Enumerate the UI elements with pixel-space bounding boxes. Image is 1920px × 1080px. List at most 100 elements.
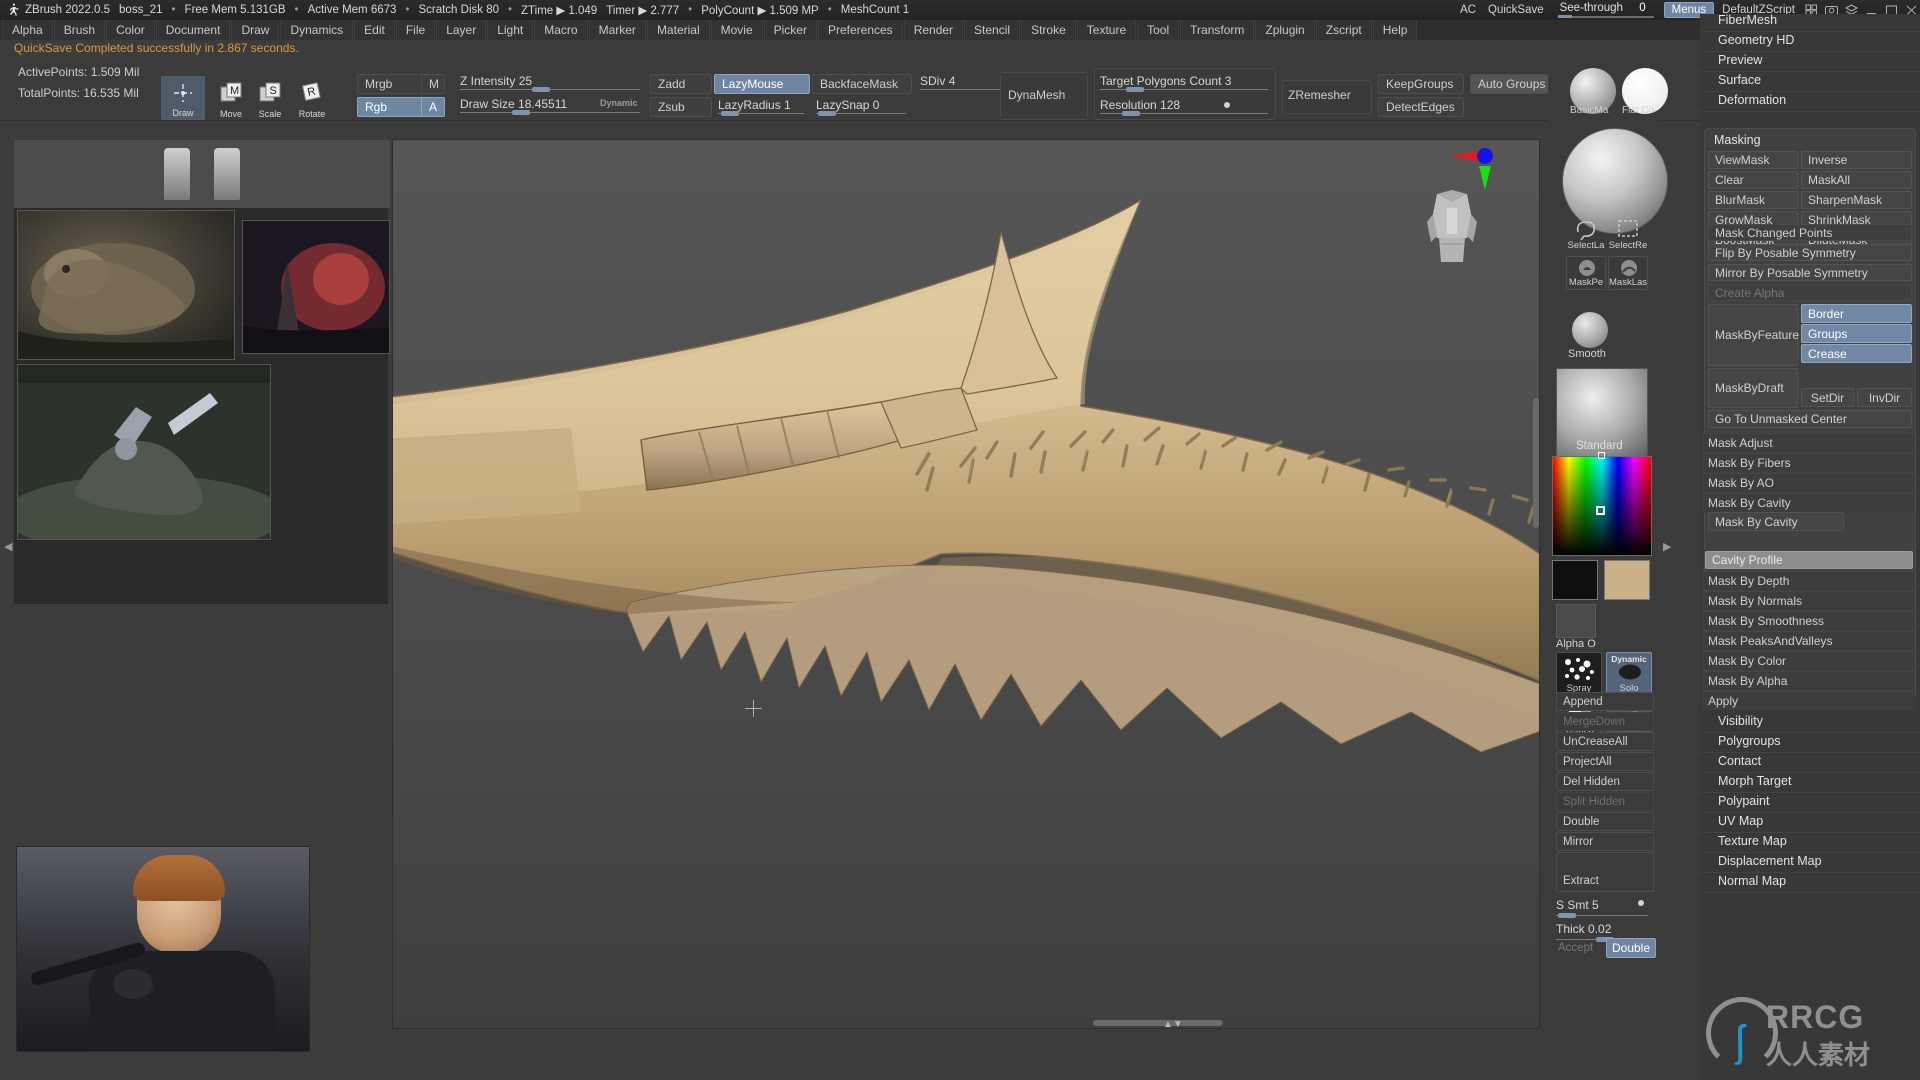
menu-item-preferences[interactable]: Preferences	[817, 20, 903, 40]
a-button[interactable]: A	[421, 97, 445, 117]
right-tray-collapse-arrow[interactable]: ▶	[1663, 540, 1671, 553]
canvas-vertical-scrollbar[interactable]	[1533, 398, 1539, 528]
menu-item-zplugin[interactable]: Zplugin	[1255, 20, 1315, 40]
canvas-horizontal-scrollbar[interactable]	[1093, 1020, 1223, 1026]
knight-combat-reference[interactable]	[17, 364, 271, 540]
menu-item-transform[interactable]: Transform	[1180, 20, 1255, 40]
menu-item-tool[interactable]: Tool	[1137, 20, 1180, 40]
resolution-toggle-dot[interactable]	[1224, 102, 1230, 108]
flip-by-posable-symmetry-button[interactable]: Flip By Posable Symmetry	[1708, 244, 1912, 261]
apply-mask-button[interactable]: Apply	[1702, 691, 1915, 710]
menu-item-alpha[interactable]: Alpha	[2, 20, 53, 40]
autogroups-button[interactable]: Auto Groups	[1470, 74, 1558, 94]
subtool-projectall-button[interactable]: ProjectAll	[1556, 752, 1654, 771]
mask-by-smoothness-section[interactable]: Mask By Smoothness	[1702, 611, 1915, 630]
mask-by-cavity-button[interactable]: Mask By Cavity	[1708, 512, 1844, 531]
alpha-thumbnail[interactable]	[1556, 604, 1596, 638]
dynamic-label[interactable]: Dynamic	[600, 98, 638, 108]
mask-changed-points-button[interactable]: Mask Changed Points	[1708, 224, 1912, 241]
menu-item-movie[interactable]: Movie	[710, 20, 763, 40]
dynamesh-button[interactable]: DynaMesh	[1008, 88, 1065, 102]
mirror-by-posable-symmetry-button[interactable]: Mirror By Posable Symmetry	[1708, 264, 1912, 281]
subtool-del-hidden-button[interactable]: Del Hidden	[1556, 772, 1654, 791]
scale-tool-button[interactable]: S Scale	[248, 76, 292, 120]
s-smt-slider[interactable]: S Smt 5	[1556, 898, 1648, 918]
mask-by-feature-button[interactable]: MaskByFeature	[1708, 304, 1799, 366]
mask-feature-groups-toggle[interactable]: Groups	[1801, 324, 1912, 343]
target-polygons-slider[interactable]: Target Polygons Count 3	[1100, 74, 1268, 92]
menu-item-color[interactable]: Color	[106, 20, 155, 40]
zremesher-button[interactable]: ZRemesher	[1288, 88, 1351, 102]
mrgb-button[interactable]: Mrgb	[357, 74, 429, 94]
subtool-mirror-button[interactable]: Mirror	[1556, 832, 1654, 851]
menu-item-light[interactable]: Light	[487, 20, 534, 40]
mask-feature-border-toggle[interactable]: Border	[1801, 304, 1912, 323]
select-lasso-button[interactable]: SelectLa	[1566, 218, 1606, 252]
quicksave-button[interactable]: QuickSave	[1488, 4, 1544, 16]
canvas-scroll-arrows-icon[interactable]: ▲▼	[1163, 1019, 1183, 1028]
mask-adjust-section[interactable]: Mask Adjust	[1702, 433, 1915, 452]
masking-viewmask-button[interactable]: ViewMask	[1708, 151, 1798, 169]
masking-inverse-button[interactable]: Inverse	[1801, 151, 1912, 169]
primary-color-swatch[interactable]	[1552, 560, 1598, 600]
draw-tool-button[interactable]: Draw	[161, 76, 205, 120]
cavity-profile-button[interactable]: Cavity Profile	[1705, 551, 1913, 569]
menu-item-help[interactable]: Help	[1372, 20, 1418, 40]
lazysnap-slider[interactable]: LazySnap 0	[816, 98, 906, 116]
lazyradius-slider[interactable]: LazyRadius 1	[718, 98, 804, 116]
spray-stroke-button[interactable]: Spray	[1556, 652, 1602, 696]
menu-item-layer[interactable]: Layer	[436, 20, 487, 40]
rotate-tool-button[interactable]: R Rotate	[290, 76, 334, 120]
menu-item-macro[interactable]: Macro	[534, 20, 588, 40]
subtool-uncreaseall-button[interactable]: UnCreaseAll	[1556, 732, 1654, 751]
viewport-canvas[interactable]: ▲▼	[392, 139, 1540, 1029]
setdir-button[interactable]: SetDir	[1801, 388, 1854, 407]
mask-by-ao-section[interactable]: Mask By AO	[1702, 473, 1915, 492]
mask-by-normals-section[interactable]: Mask By Normals	[1702, 591, 1915, 610]
menu-item-stencil[interactable]: Stencil	[964, 20, 1021, 40]
subtool-append-button[interactable]: Append	[1556, 692, 1654, 711]
menu-item-brush[interactable]: Brush	[53, 20, 106, 40]
masking-sharpenmask-button[interactable]: SharpenMask	[1801, 191, 1912, 209]
backfacemask-button[interactable]: BackfaceMask	[812, 74, 912, 94]
menu-item-draw[interactable]: Draw	[231, 20, 280, 40]
zsub-button[interactable]: Zsub	[650, 97, 712, 117]
resolution-slider[interactable]: Resolution 128	[1100, 98, 1268, 116]
left-tray-collapse-arrow[interactable]: ◀	[4, 540, 12, 553]
double-extract-button[interactable]: Double	[1606, 938, 1656, 958]
smooth-brush-icon[interactable]	[1572, 312, 1608, 348]
mask-feature-crease-toggle[interactable]: Crease	[1801, 344, 1912, 363]
secondary-color-swatch[interactable]	[1604, 560, 1650, 600]
invdir-button[interactable]: InvDir	[1857, 388, 1912, 407]
move-tool-button[interactable]: M Move	[209, 76, 253, 120]
detectedges-button[interactable]: DetectEdges	[1378, 97, 1464, 117]
mask-by-draft-button[interactable]: MaskByDraft	[1708, 368, 1798, 408]
menu-item-material[interactable]: Material	[646, 20, 710, 40]
rgb-button[interactable]: Rgb	[357, 97, 429, 117]
palette-section-normal-map[interactable]: Normal Map	[1700, 869, 1920, 893]
mask-pen-button[interactable]: MaskPe	[1566, 256, 1606, 290]
subtool-double-button[interactable]: Double	[1556, 812, 1654, 831]
palette-section-deformation[interactable]: Deformation	[1700, 88, 1920, 112]
menu-item-edit[interactable]: Edit	[354, 20, 395, 40]
masking-blurmask-button[interactable]: BlurMask	[1708, 191, 1798, 209]
masking-maskall-button[interactable]: MaskAll	[1801, 171, 1912, 189]
s-smt-dot-indicator[interactable]	[1638, 900, 1644, 906]
dynamic-solo-button[interactable]: Dynamic Solo	[1606, 652, 1652, 696]
go-to-unmasked-center-button[interactable]: Go To Unmasked Center	[1708, 410, 1912, 428]
red-boss-reference[interactable]	[242, 220, 390, 354]
accept-button[interactable]: Accept	[1558, 942, 1593, 954]
menu-item-file[interactable]: File	[395, 20, 436, 40]
menu-item-picker[interactable]: Picker	[763, 20, 817, 40]
mask-by-color-section[interactable]: Mask By Color	[1702, 651, 1915, 670]
masking-clear-button[interactable]: Clear	[1708, 171, 1798, 189]
menu-item-render[interactable]: Render	[903, 20, 964, 40]
mask-lasso-button[interactable]: MaskLas	[1608, 256, 1648, 290]
menu-item-dynamics[interactable]: Dynamics	[280, 20, 354, 40]
menu-item-stroke[interactable]: Stroke	[1021, 20, 1076, 40]
subtool-extract-button[interactable]: Extract	[1556, 852, 1654, 892]
menu-item-document[interactable]: Document	[155, 20, 231, 40]
zadd-button[interactable]: Zadd	[650, 74, 712, 94]
menu-item-texture[interactable]: Texture	[1076, 20, 1137, 40]
boss-creature-reference[interactable]	[17, 210, 235, 360]
